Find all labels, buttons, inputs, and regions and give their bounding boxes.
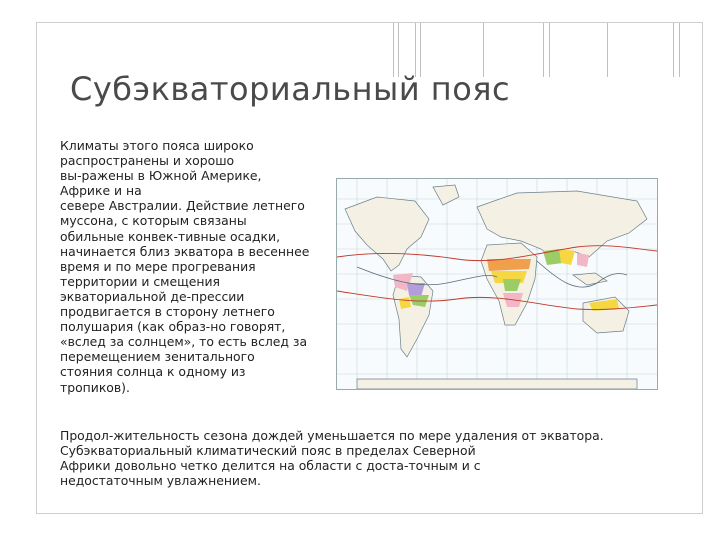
greenland bbox=[432, 184, 460, 206]
main-paragraph: Климаты этого пояса широко распространен… bbox=[60, 138, 350, 395]
continuation-line: Субэкваториальный климатический пояс в п… bbox=[60, 443, 476, 459]
slide-title: Субэкваториальный пояс bbox=[70, 70, 511, 108]
circulation-line-atlantic bbox=[356, 266, 498, 286]
paragraph-line: экваториальной де-прессии bbox=[60, 288, 245, 304]
paragraph-line: Африке и на bbox=[60, 183, 142, 199]
paragraph-line: муссона, с которым связаны bbox=[60, 213, 247, 229]
north-america bbox=[344, 196, 430, 272]
paragraph-line: начинается близ экватора в весеннее bbox=[60, 243, 310, 259]
continuation-paragraph: Продол-жительность сезона дождей уменьша… bbox=[60, 428, 670, 488]
paragraph-line: продвигается в сторону летнего bbox=[60, 304, 275, 320]
zone-yellow-america bbox=[399, 297, 411, 309]
zone-pink-asia bbox=[577, 253, 589, 267]
continuation-line: Африки довольно четко делится на области… bbox=[60, 458, 481, 474]
decorative-vertical-lines bbox=[393, 23, 720, 77]
paragraph-line: «вслед за солнцем», то есть вслед за bbox=[60, 334, 308, 350]
antarctica bbox=[356, 378, 638, 389]
paragraph-line: перемещением зенитального bbox=[60, 349, 255, 365]
paragraph-line: распространены и хорошо bbox=[60, 153, 235, 169]
zone-yellow-asia bbox=[559, 249, 575, 265]
continuation-line: недостаточным увлажнением. bbox=[60, 473, 261, 489]
zone-orange-africa bbox=[487, 259, 531, 271]
paragraph-line: время и по мере прогревания bbox=[60, 258, 256, 274]
paragraph-line: Климаты этого пояса широко bbox=[60, 138, 254, 153]
paragraph-line: полушария (как образ-но говорят, bbox=[60, 319, 286, 335]
map-graphic bbox=[337, 179, 657, 389]
paragraph-line: обильные конвек-тивные осадки, bbox=[60, 228, 281, 244]
continuation-line: Продол-жительность сезона дождей уменьша… bbox=[60, 428, 604, 443]
paragraph-line: тропиков). bbox=[60, 379, 130, 395]
continents bbox=[344, 184, 648, 389]
paragraph-line: вы-ражены в Южной Америке, bbox=[60, 168, 262, 184]
world-climate-map bbox=[336, 178, 658, 390]
paragraph-line: севере Австралии. Действие летнего bbox=[60, 198, 305, 214]
paragraph-line: территории и смещения bbox=[60, 273, 221, 289]
paragraph-line: стояния солнца к одному из bbox=[60, 364, 246, 380]
